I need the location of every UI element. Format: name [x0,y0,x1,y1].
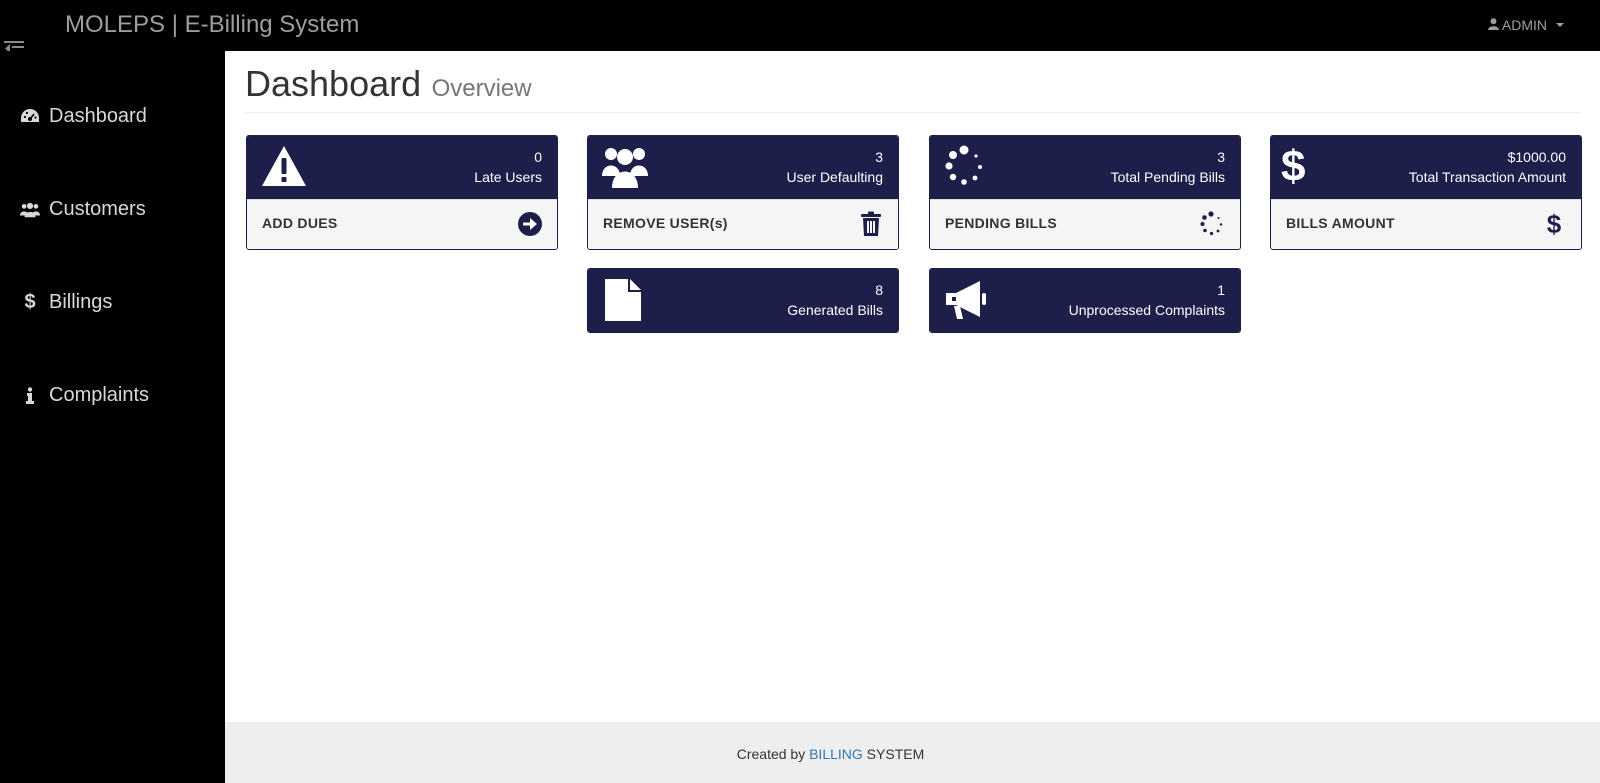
add-dues-link[interactable]: ADD DUES [247,199,557,249]
user-defaulting-label: User Defaulting [786,169,884,185]
spinner-icon [944,144,990,190]
pending-bills-footer-label: PENDING BILLS [945,215,1058,231]
footer-credit: Created by BILLING SYSTEM [225,746,1436,762]
page-footer: Created by BILLING SYSTEM [225,722,1600,783]
sidebar-item-complaints[interactable]: Complaints [20,384,149,407]
sidebar-item-label: Dashboard [49,105,147,127]
panel-heading: 1 Unprocessed Complaints [930,269,1240,332]
pending-bills-link[interactable]: PENDING BILLS [930,199,1240,249]
arrow-circle-right-icon [517,211,543,237]
user-icon [1487,17,1499,33]
trash-icon [858,211,884,237]
panel-heading: 3 User Defaulting [588,136,898,199]
app-title[interactable]: MOLEPS | E-Billing System [65,11,359,39]
panel-heading: 3 Total Pending Bills [930,136,1240,199]
pending-bills-label: Total Pending Bills [1110,169,1225,185]
main-content: Dashboard Overview 0 Late Users ADD DUES… [225,51,1600,722]
info-icon [20,386,40,406]
late-users-panel: 0 Late Users ADD DUES [246,135,558,250]
bullhorn-icon [944,277,990,323]
bills-amount-link[interactable]: BILLS AMOUNT $ [1271,199,1581,249]
sidebar-item-label: Customers [49,198,146,220]
users-icon [602,144,648,190]
file-icon [602,277,648,323]
caret-down-icon [1556,23,1564,27]
footer-prefix: Created by [736,746,810,762]
panel-heading: 8 Generated Bills [588,269,898,332]
generated-bills-count: 8 [875,282,883,298]
dollar-icon: $ [24,291,36,313]
user-defaulting-panel: 3 User Defaulting REMOVE USER(s) [587,135,899,250]
users-icon [20,200,40,220]
add-dues-label: ADD DUES [262,215,338,231]
late-users-label: Late Users [474,169,542,185]
bills-amount-label: BILLS AMOUNT [1286,215,1395,231]
sidebar-item-dashboard[interactable]: Dashboard [20,105,147,128]
dollar-icon: $ [1281,142,1306,191]
user-menu-dropdown[interactable]: ADMIN [1487,17,1564,33]
complaints-count: 1 [1217,282,1225,298]
sidebar-item-label: Complaints [49,384,150,406]
page-subtitle: Overview [431,75,532,102]
page-title: Dashboard [245,63,422,104]
top-navbar: MOLEPS | E-Billing System ADMIN [0,0,1600,57]
remove-users-link[interactable]: REMOVE USER(s) [588,199,898,249]
warning-icon [261,144,307,190]
page-header: Dashboard Overview [245,63,1580,113]
complaints-label: Unprocessed Complaints [1068,302,1225,318]
transaction-panel: $ $1000.00 Total Transaction Amount BILL… [1270,135,1582,250]
spinner-icon [1200,211,1226,237]
footer-link[interactable]: BILLING [809,746,863,762]
remove-users-label: REMOVE USER(s) [603,215,728,231]
user-menu-label: ADMIN [1501,17,1547,33]
dollar-icon: $ [1546,209,1562,239]
transaction-amount: $1000.00 [1507,149,1566,165]
generated-bills-panel: 8 Generated Bills [587,268,899,333]
generated-bills-label: Generated Bills [787,302,883,318]
late-users-count: 0 [534,149,542,165]
transaction-label: Total Transaction Amount [1408,169,1566,185]
footer-suffix: SYSTEM [862,746,925,762]
user-defaulting-count: 3 [875,149,883,165]
dashboard-icon [20,107,40,127]
sidebar: Dashboard Customers $ Billings Complaint… [0,51,225,783]
sidebar-item-customers[interactable]: Customers [20,198,146,221]
pending-bills-count: 3 [1217,149,1225,165]
panel-heading: $ $1000.00 Total Transaction Amount [1271,136,1581,199]
sidebar-item-billings[interactable]: $ Billings [20,291,112,314]
sidebar-item-label: Billings [49,291,113,313]
complaints-panel: 1 Unprocessed Complaints [929,268,1241,333]
panel-heading: 0 Late Users [247,136,557,199]
pending-bills-panel: 3 Total Pending Bills PENDING BILLS [929,135,1241,250]
